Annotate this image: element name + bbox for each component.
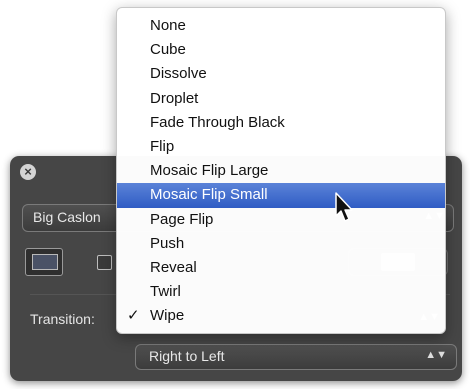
menu-item-label: Mosaic Flip Large [150, 162, 269, 180]
arrow-pointer-icon [335, 192, 353, 222]
menu-item-label: Cube [150, 41, 186, 59]
menu-item-mosaic-flip-large[interactable]: Mosaic Flip Large [117, 159, 445, 183]
option-checkbox[interactable] [97, 255, 112, 270]
menu-item-label: Flip [150, 137, 175, 155]
menu-item-label: Reveal [150, 258, 197, 276]
menu-item-label: Fade Through Black [150, 113, 285, 131]
menu-item-dissolve[interactable]: Dissolve [117, 62, 445, 86]
menu-item-push[interactable]: Push [117, 232, 445, 256]
menu-item-label: Wipe [150, 307, 185, 325]
menu-item-wipe[interactable]: ✓ Wipe [117, 304, 445, 328]
color-well[interactable] [25, 248, 63, 276]
menu-item-label: Twirl [150, 283, 181, 301]
menu-item-label: None [150, 17, 186, 34]
menu-item-page-flip[interactable]: Page Flip [117, 208, 445, 232]
menu-item-flip[interactable]: Flip [117, 135, 445, 159]
color-swatch [32, 254, 58, 270]
close-icon[interactable]: × [20, 164, 36, 180]
direction-popup-button[interactable]: Right to Left ▲▼ [135, 344, 457, 370]
font-popup-label: Big Caslon [33, 209, 101, 225]
checkmark-icon: ✓ [127, 307, 140, 325]
direction-popup-label: Right to Left [149, 348, 225, 364]
menu-item-none[interactable]: None [117, 14, 445, 38]
transition-dropdown-menu: None Cube Dissolve Droplet Fade Through Blac… [116, 7, 446, 334]
menu-item-cube[interactable]: Cube [117, 38, 445, 62]
menu-item-label: Droplet [150, 89, 199, 107]
menu-item-label: Page Flip [150, 210, 214, 228]
menu-item-fade-through-black[interactable]: Fade Through Black [117, 111, 445, 135]
menu-item-twirl[interactable]: Twirl [117, 280, 445, 304]
menu-item-label: Dissolve [150, 65, 207, 83]
menu-item-mosaic-flip-small[interactable]: Mosaic Flip Small [117, 183, 445, 208]
popup-arrows-icon: ▲▼ [425, 349, 447, 361]
menu-item-droplet[interactable]: Droplet [117, 87, 445, 111]
transition-label: Transition: [30, 311, 95, 327]
menu-item-label: Push [150, 234, 185, 252]
menu-item-label: Mosaic Flip Small [150, 186, 268, 204]
menu-item-reveal[interactable]: Reveal [117, 256, 445, 280]
